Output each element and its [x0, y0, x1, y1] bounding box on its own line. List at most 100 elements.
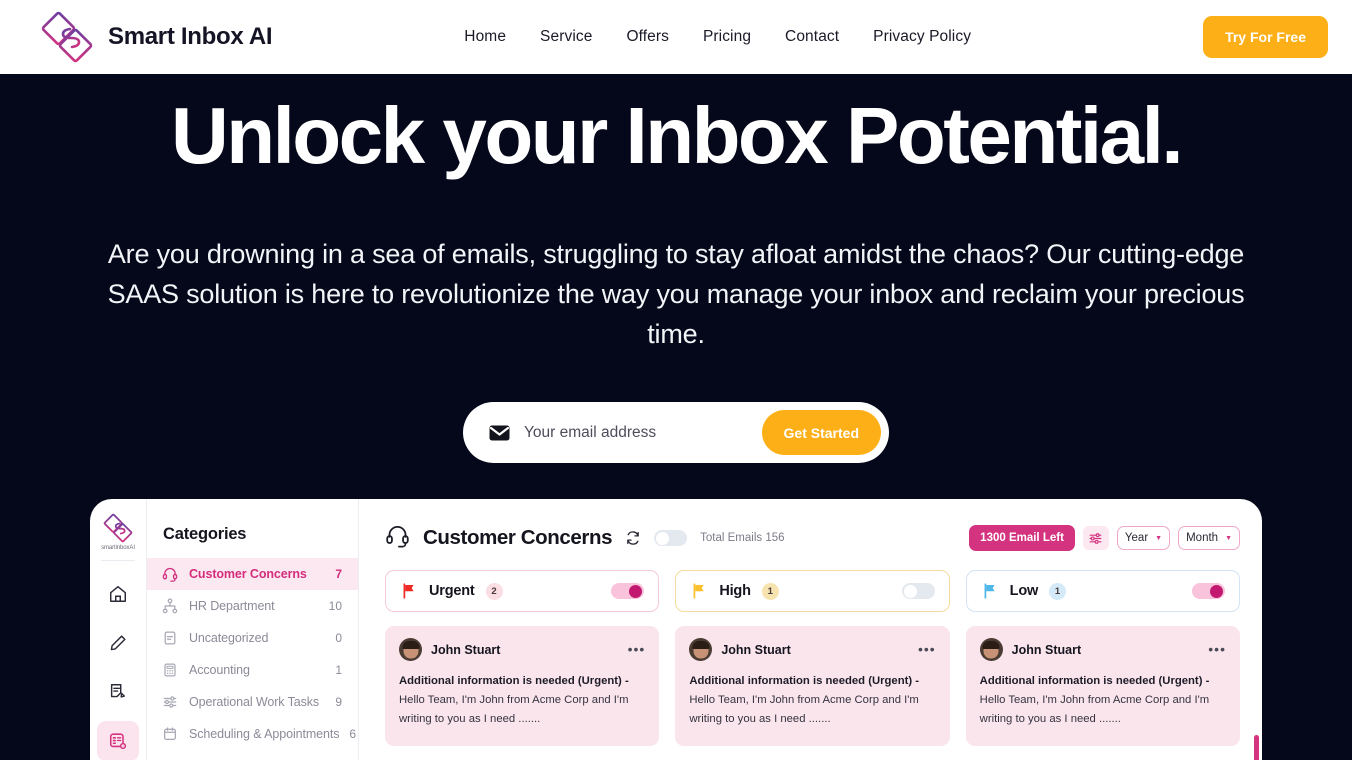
- nav-links: Home Service Offers Pricing Contact Priv…: [464, 28, 971, 46]
- priority-count-badge: 1: [1049, 582, 1067, 600]
- scrollbar-thumb[interactable]: [1254, 735, 1259, 760]
- email-input[interactable]: [524, 423, 748, 442]
- email-card-row: John Stuart ••• Additional information i…: [385, 626, 1240, 746]
- email-snippet: Hello Team, I'm John from Acme Corp and …: [689, 694, 919, 725]
- category-label: Scheduling & Appointments: [189, 727, 340, 741]
- email-preview-text: Additional information is needed (Urgent…: [399, 672, 645, 729]
- email-preview-text: Additional information is needed (Urgent…: [980, 672, 1226, 729]
- email-sender-name: John Stuart: [431, 642, 501, 657]
- category-count: 10: [328, 599, 342, 613]
- category-item-uncategorized[interactable]: Uncategorized 0: [147, 622, 358, 654]
- email-more-options-button[interactable]: •••: [1208, 642, 1226, 657]
- rail-logo[interactable]: smartinboxAI: [101, 513, 135, 551]
- category-count: 6: [349, 727, 357, 741]
- avatar-hair: [402, 640, 419, 649]
- list-add-icon: [109, 733, 127, 750]
- flag-icon: [403, 583, 414, 599]
- rail-item-categories[interactable]: [97, 721, 139, 760]
- email-subject: Additional information is needed (Urgent…: [979, 675, 1210, 687]
- year-select[interactable]: Year ▼: [1116, 526, 1171, 550]
- get-started-button[interactable]: Get Started: [761, 410, 881, 455]
- priority-label: High: [719, 583, 751, 599]
- calendar-icon: [161, 725, 179, 743]
- priority-label: Urgent: [429, 583, 475, 599]
- nav-link-home[interactable]: Home: [464, 28, 506, 46]
- priority-toggle-high[interactable]: [901, 583, 935, 599]
- email-preview-text: Additional information is needed (Urgent…: [689, 672, 935, 729]
- category-item-customer-concerns[interactable]: Customer Concerns 7: [147, 558, 358, 590]
- dashboard-preview-wrap: smartinboxAI Categories Customer Concern…: [0, 499, 1352, 760]
- email-card[interactable]: John Stuart ••• Additional information i…: [385, 626, 660, 746]
- try-for-free-button[interactable]: Try For Free: [1203, 16, 1328, 58]
- avatar: [399, 638, 422, 661]
- brand-name: Smart Inbox AI: [108, 23, 273, 50]
- hero-section: Unlock your Inbox Potential. Are you dro…: [0, 74, 1352, 463]
- chevron-down-icon: ▼: [1225, 534, 1232, 542]
- priority-toggle-low[interactable]: [1191, 583, 1225, 599]
- category-count: 1: [335, 663, 342, 677]
- email-card[interactable]: John Stuart ••• Additional information i…: [965, 626, 1240, 746]
- panel-master-toggle[interactable]: [654, 530, 688, 546]
- toggle-knob: [629, 584, 643, 598]
- chevron-down-icon: ▼: [1155, 534, 1163, 542]
- email-more-options-button[interactable]: •••: [918, 642, 936, 657]
- category-label: Operational Work Tasks: [189, 695, 320, 709]
- priority-label: Low: [1009, 583, 1039, 599]
- category-item-scheduling-appointments[interactable]: Scheduling & Appointments 6: [147, 718, 358, 750]
- smart-inbox-ai-logo-icon: [41, 11, 93, 63]
- email-card-header: John Stuart •••: [399, 638, 645, 661]
- panel-scrollbar[interactable]: [1254, 735, 1259, 760]
- priority-count-badge: 2: [485, 582, 503, 600]
- refresh-button[interactable]: [625, 530, 641, 546]
- email-more-options-button[interactable]: •••: [628, 642, 646, 657]
- flag-icon: [984, 583, 995, 599]
- priority-card-urgent[interactable]: Urgent 2: [385, 570, 660, 612]
- dashboard-preview: smartinboxAI Categories Customer Concern…: [90, 499, 1262, 760]
- email-subject: Additional information is needed (Urgent…: [399, 675, 629, 687]
- document-icon: [161, 629, 179, 647]
- categories-title: Categories: [163, 525, 247, 543]
- nav-link-offers[interactable]: Offers: [626, 28, 669, 46]
- month-select[interactable]: Month ▼: [1178, 526, 1240, 550]
- category-item-hr-department[interactable]: HR Department 10: [147, 590, 358, 622]
- rail-item-draft[interactable]: [97, 672, 139, 712]
- smart-inbox-ai-logo-icon: [103, 513, 133, 543]
- calculator-icon: [161, 661, 179, 679]
- emails-left-badge: 1300 Email Left: [969, 525, 1075, 551]
- category-item-operational-work-tasks[interactable]: Operational Work Tasks 9: [147, 686, 358, 718]
- nav-link-service[interactable]: Service: [540, 28, 592, 46]
- email-card[interactable]: John Stuart ••• Additional information i…: [675, 626, 950, 746]
- avatar-hair: [692, 640, 710, 649]
- hero-subtext: Are you drowning in a sea of emails, str…: [107, 239, 1245, 349]
- rail-divider: [101, 560, 135, 561]
- category-count: 0: [335, 631, 342, 645]
- category-label: Uncategorized: [189, 631, 269, 645]
- rail-item-home[interactable]: [97, 574, 139, 614]
- email-sender-name: John Stuart: [1011, 642, 1082, 657]
- priority-count-badge: 1: [761, 582, 779, 600]
- nav-link-privacy-policy[interactable]: Privacy Policy: [873, 28, 971, 46]
- email-signup-form: Get Started: [463, 402, 889, 463]
- navbar-cta-wrap: Try For Free: [1163, 16, 1328, 58]
- filter-settings-button[interactable]: [1082, 526, 1109, 550]
- avatar-hair: [982, 640, 1000, 649]
- priority-card-low[interactable]: Low 1: [965, 570, 1240, 612]
- headset-icon: [161, 565, 179, 583]
- category-item-accounting[interactable]: Accounting 1: [147, 654, 358, 686]
- rail-item-compose[interactable]: [97, 623, 139, 663]
- nav-link-pricing[interactable]: Pricing: [703, 28, 751, 46]
- brand-logo[interactable]: Smart Inbox AI: [40, 10, 273, 64]
- toggle-knob: [656, 531, 670, 545]
- nav-link-contact[interactable]: Contact: [785, 28, 839, 46]
- dashboard-icon-rail: smartinboxAI: [90, 499, 147, 760]
- dashboard-main-panel: Customer Concerns Total Emails 156 1300 …: [359, 499, 1262, 760]
- top-navbar: Smart Inbox AI Home Service Offers Prici…: [0, 0, 1352, 74]
- avatar: [979, 638, 1003, 661]
- panel-header: Customer Concerns Total Emails 156 1300 …: [385, 523, 1240, 553]
- priority-card-high[interactable]: High 1: [675, 570, 950, 612]
- priority-toggle-urgent[interactable]: [611, 583, 645, 599]
- email-subject: Additional information is needed (Urgent…: [689, 675, 920, 687]
- category-count: 7: [335, 567, 342, 581]
- avatar: [689, 638, 713, 661]
- org-chart-icon: [161, 597, 179, 615]
